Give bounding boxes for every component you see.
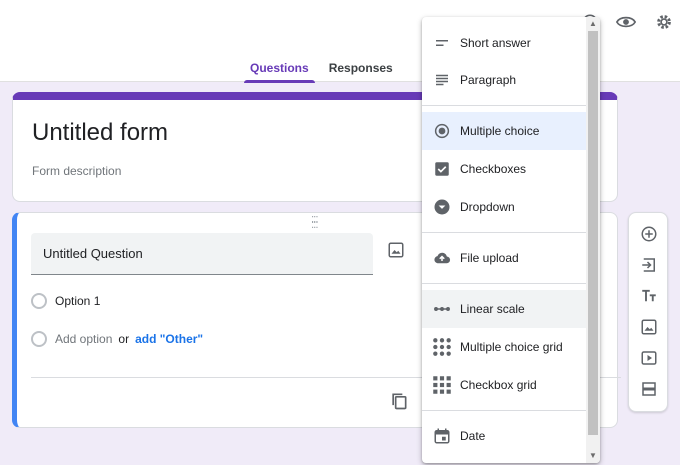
- menu-separator: [422, 283, 586, 284]
- preview-eye-icon[interactable]: [614, 10, 638, 34]
- calendar-icon: [432, 426, 452, 446]
- checkbox-icon: [432, 159, 452, 179]
- cloud-upload-icon: [432, 248, 452, 268]
- menu-item-file-upload[interactable]: File upload: [422, 239, 586, 277]
- menu-item-label: Checkboxes: [460, 162, 527, 176]
- add-other-link[interactable]: add "Other": [135, 332, 203, 346]
- menu-separator: [422, 105, 586, 106]
- scroll-up-arrow-icon[interactable]: ▲: [588, 19, 598, 29]
- drag-handle-icon[interactable]: ⁚⁚⁚ ⁚⁚⁚: [311, 216, 318, 231]
- menu-item-label: Multiple choice: [460, 124, 540, 138]
- add-option-link[interactable]: Add option: [55, 332, 112, 346]
- menu-item-multiple-choice-grid[interactable]: Multiple choice grid: [422, 328, 586, 366]
- dropdown-icon: [432, 197, 452, 217]
- add-video-icon[interactable]: [639, 348, 659, 368]
- menu-item-label: Checkbox grid: [460, 378, 537, 392]
- side-toolbar: [628, 212, 668, 412]
- menu-item-date[interactable]: Date: [422, 417, 586, 455]
- menu-scrollbar-thumb[interactable]: [588, 31, 598, 435]
- tab-questions[interactable]: Questions: [244, 56, 315, 83]
- square-grid-icon: [432, 375, 452, 395]
- radio-icon: [31, 331, 47, 347]
- add-option-row: Add option or add "Other": [31, 331, 203, 347]
- question-title-input[interactable]: Untitled Question: [31, 233, 373, 275]
- add-question-icon[interactable]: [639, 224, 659, 244]
- scroll-down-arrow-icon[interactable]: ▼: [588, 451, 598, 461]
- form-description-field[interactable]: Form description: [32, 164, 121, 178]
- import-questions-icon[interactable]: [639, 255, 659, 275]
- menu-item-dropdown[interactable]: Dropdown: [422, 188, 586, 226]
- add-image-icon[interactable]: [639, 317, 659, 337]
- tab-bar: Questions Responses: [244, 56, 407, 83]
- form-title[interactable]: Untitled form: [32, 119, 168, 147]
- menu-item-label: Date: [460, 429, 486, 443]
- radio-icon: [31, 293, 47, 309]
- menu-separator: [422, 410, 586, 411]
- menu-item-label: Paragraph: [460, 73, 517, 87]
- menu-item-paragraph[interactable]: Paragraph: [422, 61, 586, 99]
- dot-grid-icon: [432, 337, 452, 357]
- menu-item-label: Short answer: [460, 36, 531, 50]
- menu-item-label: Linear scale: [460, 302, 525, 316]
- option-row: Option 1: [31, 293, 100, 309]
- add-section-icon[interactable]: [639, 379, 659, 399]
- menu-item-checkbox-grid[interactable]: Checkbox grid: [422, 366, 586, 404]
- question-type-menu: Short answer Paragraph Multiple choice C…: [422, 17, 600, 463]
- add-title-icon[interactable]: [639, 286, 659, 306]
- menu-item-label: Dropdown: [460, 200, 515, 214]
- menu-item-label: File upload: [460, 251, 519, 265]
- menu-item-multiple-choice[interactable]: Multiple choice: [422, 112, 586, 150]
- linear-scale-icon: [432, 299, 452, 319]
- settings-gear-icon[interactable]: [652, 10, 676, 34]
- paragraph-icon: [432, 70, 452, 90]
- add-image-icon[interactable]: [387, 241, 405, 264]
- menu-item-checkboxes[interactable]: Checkboxes: [422, 150, 586, 188]
- option-label[interactable]: Option 1: [55, 294, 100, 308]
- or-text: or: [118, 332, 130, 346]
- tab-responses[interactable]: Responses: [323, 56, 399, 82]
- menu-separator: [422, 232, 586, 233]
- menu-item-label: Multiple choice grid: [460, 340, 563, 354]
- menu-item-linear-scale[interactable]: Linear scale: [422, 290, 586, 328]
- duplicate-icon[interactable]: [389, 391, 409, 416]
- menu-item-short-answer[interactable]: Short answer: [422, 24, 586, 62]
- short-answer-icon: [432, 33, 452, 53]
- radio-button-icon: [432, 121, 452, 141]
